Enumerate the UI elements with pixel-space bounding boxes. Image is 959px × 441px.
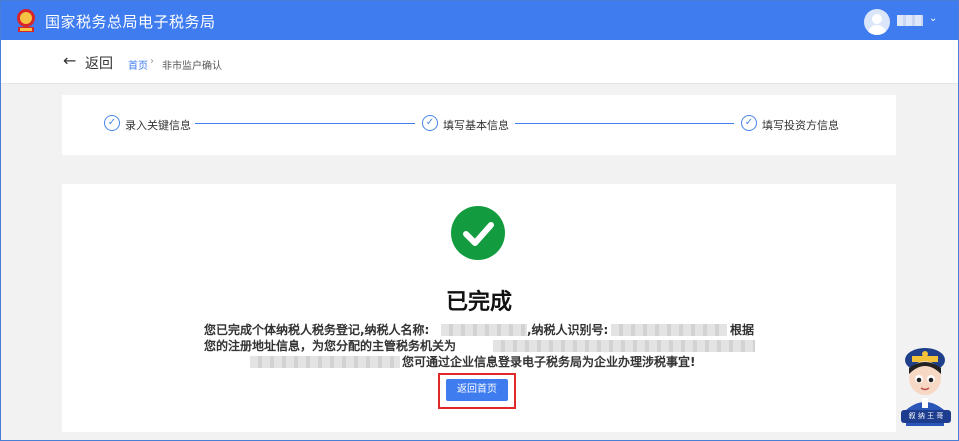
user-name-redacted[interactable]	[897, 15, 923, 26]
taxpayer-name-redacted	[441, 324, 527, 336]
message-line-1b: ,纳税人识别号:	[527, 323, 609, 337]
message-line-1a: 您已完成个体纳税人税务登记,纳税人名称:	[204, 323, 430, 337]
chevron-down-icon[interactable]: ⌄	[929, 13, 937, 24]
breadcrumb-separator: ›	[150, 56, 154, 67]
step-connector	[515, 123, 734, 124]
message-line-2a: 您的注册地址信息，为您分配的主管税务机关为	[204, 339, 457, 353]
tax-office-redacted-2	[250, 356, 400, 368]
message-line-3: 您可通过企业信息登录电子税务局为企业办理涉税事宜!	[402, 355, 696, 369]
tax-emblem-icon	[17, 9, 35, 32]
breadcrumb-current: 非市监户确认	[162, 61, 222, 72]
taxpayer-id-redacted	[611, 324, 727, 336]
step-3-label: 填写投资方信息	[762, 119, 839, 132]
tax-office-redacted	[493, 340, 755, 352]
breadcrumb-home[interactable]: 首页	[128, 57, 148, 72]
message-line-1c: 根据	[730, 323, 755, 337]
step-connector	[195, 123, 415, 124]
step-1-label: 录入关键信息	[125, 119, 191, 132]
back-button[interactable]: 返回	[85, 53, 113, 73]
result-card: 已完成 您已完成个体纳税人税务登记,纳税人名称: ,纳税人识别号: 根据 您的注…	[62, 184, 896, 432]
site-title[interactable]: 国家税务总局电子税务局	[45, 11, 216, 32]
check-circle-icon: ✓	[741, 115, 757, 131]
sub-nav-bar: ← 返回 首页 › 非市监户确认	[1, 40, 958, 84]
progress-steps: ✓ 录入关键信息 ✓ 填写基本信息 ✓ 填写投资方信息	[62, 95, 896, 155]
step-2-label: 填写基本信息	[443, 119, 509, 132]
back-arrow-icon[interactable]: ←	[63, 51, 76, 70]
mascot-badge[interactable]: 叙 纳 王 哥	[901, 410, 951, 423]
check-circle-icon: ✓	[422, 115, 438, 131]
success-check-icon	[451, 206, 505, 260]
return-home-button[interactable]: 返回首页	[446, 379, 508, 401]
check-circle-icon: ✓	[104, 115, 120, 131]
top-bar: 国家税务总局电子税务局 ⌄	[1, 1, 958, 40]
user-avatar-icon[interactable]	[864, 9, 890, 35]
completion-title: 已完成	[445, 290, 512, 315]
